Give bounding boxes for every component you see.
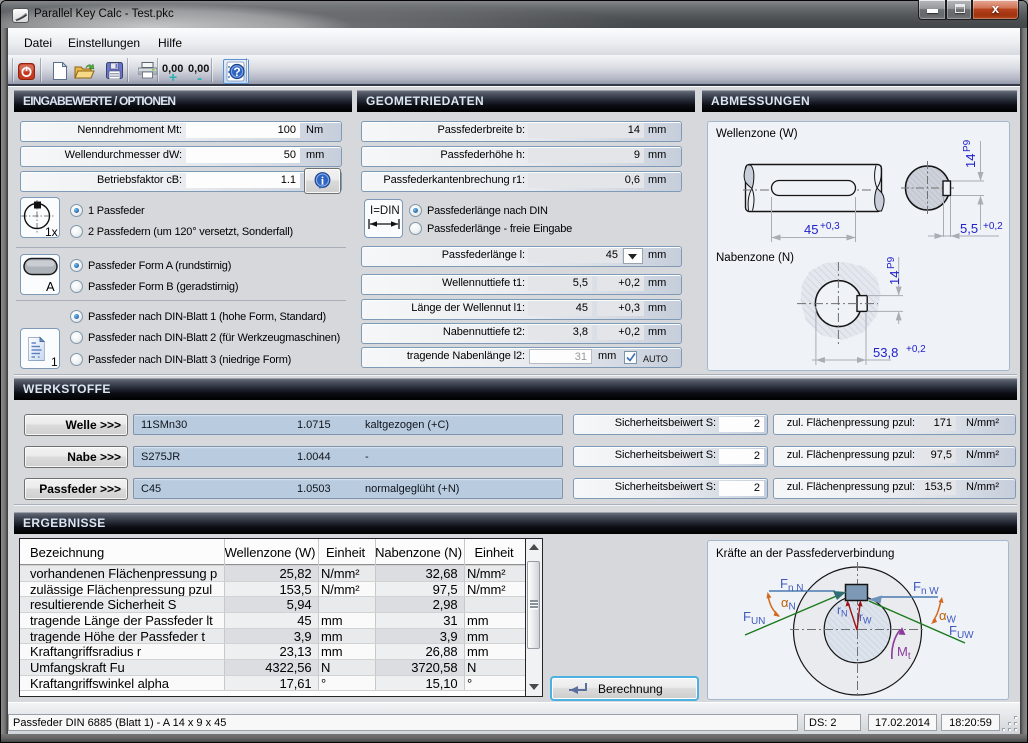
svg-text:Wellenzone (W): Wellenzone (W) (716, 128, 798, 140)
svg-text:5,5: 5,5 (960, 221, 978, 236)
svg-text:P9: P9 (962, 139, 973, 152)
svg-text:+0,2: +0,2 (906, 344, 926, 355)
svg-text:αN: αN (781, 595, 796, 613)
svg-text:P9: P9 (886, 256, 897, 269)
svg-text:?: ? (233, 65, 240, 79)
svg-text:αW: αW (939, 608, 957, 626)
svg-text:14: 14 (887, 271, 902, 285)
svg-text:FUN: FUN (743, 609, 765, 627)
svg-text:+0,3: +0,3 (820, 221, 840, 232)
svg-text:Kräfte an der Passfederverbind: Kräfte an der Passfederverbindung (716, 548, 894, 560)
svg-text:45: 45 (804, 222, 818, 237)
svg-text:53,8: 53,8 (873, 345, 898, 360)
svg-text:Fn W: Fn W (913, 579, 939, 597)
svg-text:Nabenzone (N): Nabenzone (N) (716, 252, 794, 264)
svg-text:+0,2: +0,2 (983, 221, 1003, 232)
svg-text:14: 14 (963, 154, 978, 168)
